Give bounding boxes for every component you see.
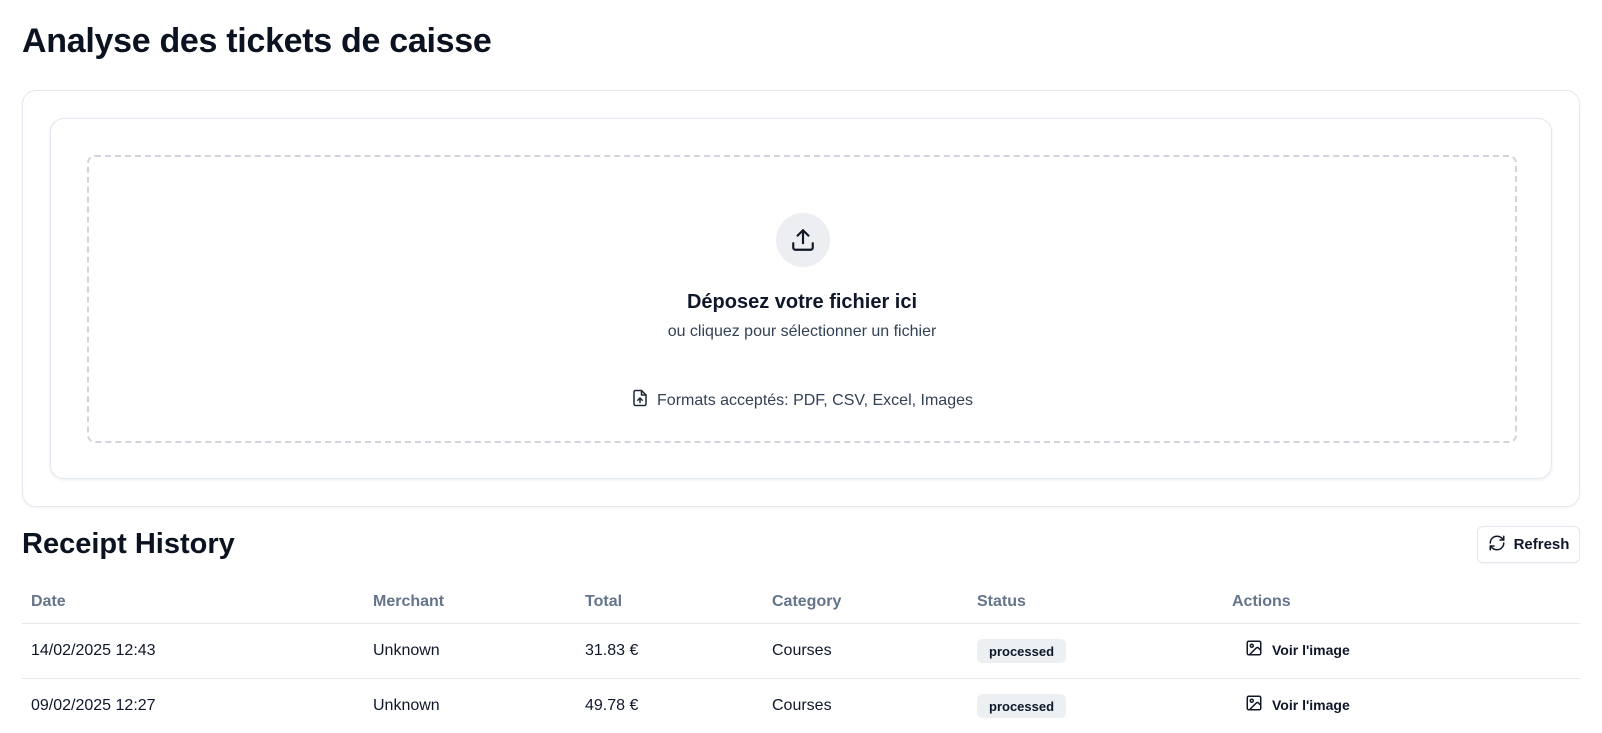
table-row: 14/02/2025 12:43 Unknown 31.83 € Courses… xyxy=(22,624,1580,679)
cell-date: 09/02/2025 12:27 xyxy=(31,697,156,714)
view-image-label: Voir l'image xyxy=(1272,696,1350,713)
column-header-actions: Actions xyxy=(1232,593,1291,610)
image-icon xyxy=(1245,694,1263,715)
cell-category: Courses xyxy=(772,642,832,659)
accepted-formats-label: Formats acceptés: PDF, CSV, Excel, Image… xyxy=(657,391,973,409)
column-header-status[interactable]: Status xyxy=(977,593,1026,611)
column-header-total[interactable]: Total xyxy=(585,593,622,611)
upload-icon xyxy=(776,213,830,267)
cell-total: 49.78 € xyxy=(585,697,639,714)
column-header-merchant[interactable]: Merchant xyxy=(373,593,444,611)
receipt-history-title: Receipt History xyxy=(22,528,235,560)
view-image-button[interactable]: Voir l'image xyxy=(1245,639,1350,660)
refresh-button[interactable]: Refresh xyxy=(1477,526,1580,563)
cell-merchant: Unknown xyxy=(373,697,440,714)
dropzone-title: Déposez votre fichier ici xyxy=(686,291,918,313)
status-badge: processed xyxy=(977,639,1067,663)
view-image-button[interactable]: Voir l'image xyxy=(1245,694,1350,715)
file-upload-icon xyxy=(631,389,649,412)
receipt-history-table: Date Merchant Total Category Status Acti… xyxy=(22,582,1580,733)
view-image-label: Voir l'image xyxy=(1272,641,1350,658)
column-header-date[interactable]: Date xyxy=(31,593,66,611)
file-dropzone[interactable]: Déposez votre fichier ici ou cliquez pou… xyxy=(87,155,1517,443)
upload-card: Déposez votre fichier ici ou cliquez pou… xyxy=(22,90,1580,507)
table-header: Date Merchant Total Category Status Acti… xyxy=(22,582,1580,624)
accepted-formats: Formats acceptés: PDF, CSV, Excel, Image… xyxy=(89,389,1515,412)
dropzone-subtitle: ou cliquez pour sélectionner un fichier xyxy=(667,323,937,340)
refresh-icon xyxy=(1488,534,1506,556)
image-icon xyxy=(1245,639,1263,660)
cell-merchant: Unknown xyxy=(373,642,440,659)
table-row: 09/02/2025 12:27 Unknown 49.78 € Courses… xyxy=(22,679,1580,733)
status-badge: processed xyxy=(977,694,1067,718)
refresh-label: Refresh xyxy=(1513,536,1570,553)
column-header-category[interactable]: Category xyxy=(772,593,841,611)
cell-total: 31.83 € xyxy=(585,642,639,659)
page-title: Analyse des tickets de caisse xyxy=(22,22,492,60)
upload-inner-card: Déposez votre fichier ici ou cliquez pou… xyxy=(50,118,1552,479)
cell-category: Courses xyxy=(772,697,832,714)
cell-date: 14/02/2025 12:43 xyxy=(31,642,156,659)
